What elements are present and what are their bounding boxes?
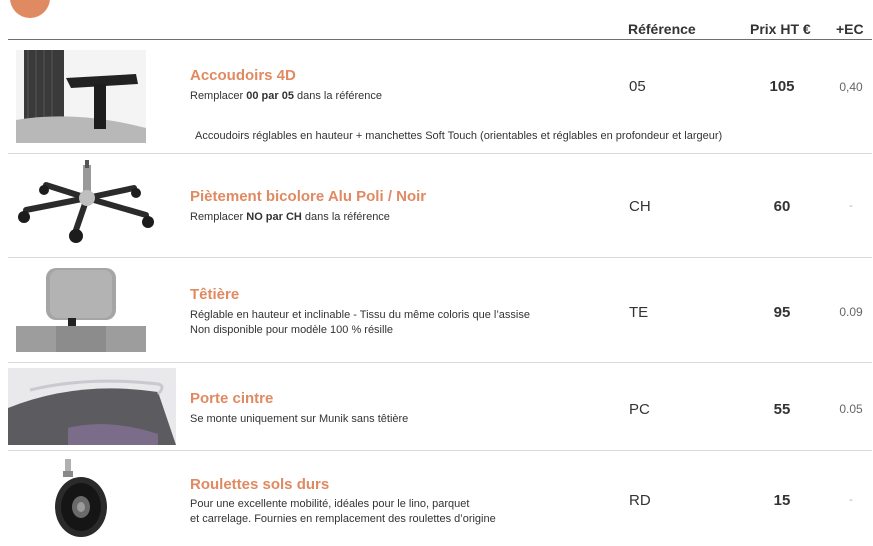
option-description-line2: et carrelage. Fournies en remplacement d… — [190, 513, 496, 525]
armrest-icon — [16, 50, 146, 143]
option-reference: PC — [629, 401, 650, 418]
header-reference: Référence — [628, 21, 696, 37]
option-ec: - — [849, 200, 853, 212]
option-price: 60 — [773, 198, 791, 215]
option-title: Roulettes sols durs — [190, 476, 330, 493]
option-title: Têtière — [190, 286, 240, 303]
row-divider — [8, 362, 872, 363]
option-description-line1: Se monte uniquement sur Munik sans têtiè… — [190, 413, 409, 425]
option-ec: 0.05 — [839, 402, 863, 416]
header-price: Prix HT € — [750, 21, 811, 37]
option-description: Remplacer NO par CH dans la référence — [190, 211, 390, 223]
option-price: 15 — [773, 492, 791, 509]
chair-base-icon — [16, 160, 161, 245]
option-reference: CH — [629, 198, 651, 215]
coat-hanger-icon — [8, 368, 176, 445]
option-reference: RD — [629, 492, 651, 509]
option-reference: 05 — [629, 78, 646, 95]
row-divider — [8, 153, 872, 154]
option-description-line2: Non disponible pour modèle 100 % résille — [190, 324, 394, 336]
option-price: 95 — [773, 304, 791, 321]
option-price: 105 — [769, 78, 795, 95]
option-title: Piètement bicolore Alu Poli / Noir — [190, 188, 427, 205]
option-ec: 0,40 — [839, 80, 863, 94]
header-ec: +EC — [836, 21, 864, 37]
option-description-line1: Réglable en hauteur et inclinable - Tiss… — [190, 309, 530, 321]
row-divider — [8, 257, 872, 258]
option-title: Accoudoirs 4D — [190, 67, 296, 84]
header-rule — [8, 39, 872, 40]
option-price: 55 — [773, 401, 791, 418]
corner-badge — [10, 0, 50, 18]
caster-wheel-icon — [45, 457, 115, 543]
option-title: Porte cintre — [190, 390, 274, 407]
option-reference: TE — [629, 304, 649, 321]
option-note: Accoudoirs réglables en hauteur + manche… — [195, 130, 723, 142]
option-description-line1: Pour une excellente mobilité, idéales po… — [190, 498, 470, 510]
row-divider — [8, 450, 872, 451]
option-description: Remplacer 00 par 05 dans la référence — [190, 90, 383, 102]
option-ec: 0.09 — [839, 305, 863, 319]
option-ec: - — [849, 494, 853, 506]
headrest-icon — [16, 264, 146, 352]
